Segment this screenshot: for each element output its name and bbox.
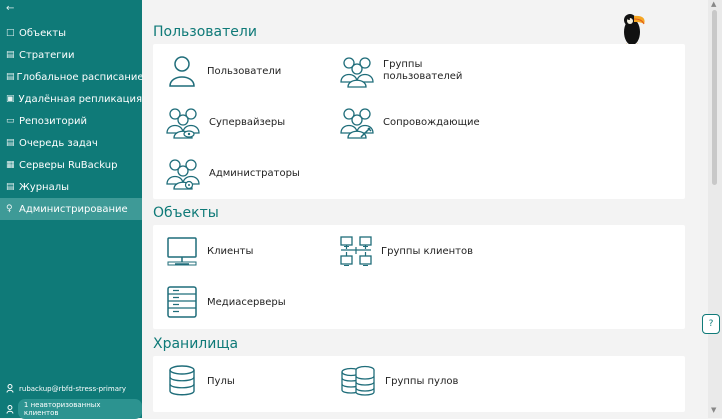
tile-label: Группы пользователей — [383, 59, 463, 82]
client-groups-icon — [340, 236, 372, 266]
scrollbar-thumb[interactable] — [712, 10, 717, 185]
maintainers-icon — [340, 108, 374, 139]
tile-maintainers[interactable]: Сопровождающие — [339, 105, 480, 139]
collapse-sidebar-icon[interactable]: ← — [6, 3, 14, 14]
sidebar-nav: □ Объекты ▤ Стратегии ▤ Глобальное расписан… — [0, 22, 144, 220]
tile-label: Пулы — [207, 375, 235, 387]
current-user[interactable]: rubackup@rbfd-stress-primary — [6, 384, 126, 393]
administrators-icon — [166, 159, 200, 190]
sidebar-item-label: Глобальное расписание — [16, 71, 144, 83]
sidebar-item-label: Журналы — [19, 181, 69, 193]
tile-label: Группы клиентов — [381, 245, 473, 257]
sidebar-item-strategies[interactable]: ▤ Стратегии — [0, 44, 142, 66]
sidebar-item-repository[interactable]: ▭ Репозиторий — [0, 110, 142, 132]
sidebar-item-global-schedule[interactable]: ▤ Глобальное расписание — [0, 66, 144, 88]
tile-pools[interactable]: Пулы — [165, 364, 235, 398]
sidebar-item-label: Репозиторий — [19, 115, 87, 127]
repository-icon: ▭ — [6, 116, 15, 126]
main-content: Пользователи Пользователи Группы пользов… — [142, 0, 708, 418]
users-card: Пользователи Группы пользователей Суперв… — [153, 44, 685, 199]
tile-label: Сопровождающие — [383, 116, 480, 128]
tile-users[interactable]: Пользователи — [165, 54, 281, 88]
user-group-icon — [340, 57, 374, 88]
toucan-mascot-icon — [622, 14, 645, 48]
document-icon: ▤ — [6, 50, 15, 60]
tile-administrators[interactable]: Администраторы — [165, 156, 300, 190]
sidebar-item-remote-replication[interactable]: ▣ Удалённая репликация — [0, 88, 142, 110]
database-icon — [169, 365, 195, 396]
tile-media-servers[interactable]: Медиасерверы — [165, 285, 286, 319]
server-icon: ▦ — [6, 160, 15, 170]
section-title-storage: Хранилища — [153, 336, 239, 352]
sidebar-item-administration[interactable]: ♀ Администрирование — [0, 198, 142, 220]
tile-pool-groups[interactable]: Группы пулов — [339, 364, 458, 398]
objects-card: Клиенты Группы клиентов Медиасерверы — [153, 225, 685, 329]
sidebar-item-rubackup-servers[interactable]: ▦ Серверы RuBackup — [0, 154, 142, 176]
sidebar-item-label: Стратегии — [19, 49, 75, 61]
vertical-scrollbar[interactable]: ▲ ▼ — [708, 0, 722, 418]
admin-icon: ♀ — [6, 204, 13, 214]
database-group-icon — [341, 365, 375, 396]
sidebar-item-objects[interactable]: □ Объекты — [0, 22, 142, 44]
sidebar-item-label: Очередь задач — [19, 137, 98, 149]
help-icon: ? — [708, 319, 714, 329]
current-user-label: rubackup@rbfd-stress-primary — [19, 384, 127, 393]
supervisors-icon — [166, 108, 200, 139]
tile-label: Клиенты — [207, 245, 254, 257]
tile-label: Медиасерверы — [207, 296, 286, 308]
tile-clients[interactable]: Клиенты — [165, 234, 253, 268]
tile-label: Администраторы — [209, 167, 300, 179]
sidebar-item-label: Серверы RuBackup — [19, 159, 118, 171]
scroll-down-icon[interactable]: ▼ — [711, 406, 716, 414]
box-icon: □ — [6, 28, 15, 38]
sidebar-item-label: Администрирование — [19, 203, 128, 215]
log-icon: ▤ — [6, 182, 15, 192]
tile-label: Группы пулов — [385, 375, 459, 387]
sidebar-item-task-queue[interactable]: ▤ Очередь задач — [0, 132, 142, 154]
sidebar-item-logs[interactable]: ▤ Журналы — [0, 176, 142, 198]
section-title-users: Пользователи — [153, 24, 257, 40]
sidebar: ← □ Объекты ▤ Стратегии ▤ Глобальное распис… — [0, 0, 144, 419]
sidebar-item-label: Объекты — [19, 27, 67, 39]
help-button[interactable]: ? — [702, 314, 720, 334]
tile-client-groups[interactable]: Группы клиентов — [339, 234, 473, 268]
section-title-objects: Объекты — [153, 205, 219, 221]
tile-label: Пользователи — [207, 65, 282, 77]
user-icon — [6, 384, 14, 393]
storage-card: Пулы Группы пулов — [153, 356, 685, 412]
unauthorized-clients-badge: 1 неавторизованных клиентов — [17, 399, 142, 419]
tile-label: Супервайзеры — [209, 116, 286, 128]
calendar-icon: ▤ — [6, 72, 15, 82]
tile-user-groups[interactable]: Группы пользователей — [339, 54, 462, 88]
replication-icon: ▣ — [6, 94, 15, 104]
queue-icon: ▤ — [6, 138, 15, 148]
unauthorized-clients[interactable]: 1 неавторизованных клиентов — [6, 399, 142, 419]
media-server-icon — [167, 286, 197, 318]
client-icon — [6, 404, 14, 414]
sidebar-item-label: Удалённая репликация — [18, 93, 143, 105]
user-icon — [169, 56, 195, 87]
scroll-up-icon[interactable]: ▲ — [711, 0, 716, 8]
monitor-icon — [167, 237, 197, 266]
tile-supervisors[interactable]: Супервайзеры — [165, 105, 285, 139]
